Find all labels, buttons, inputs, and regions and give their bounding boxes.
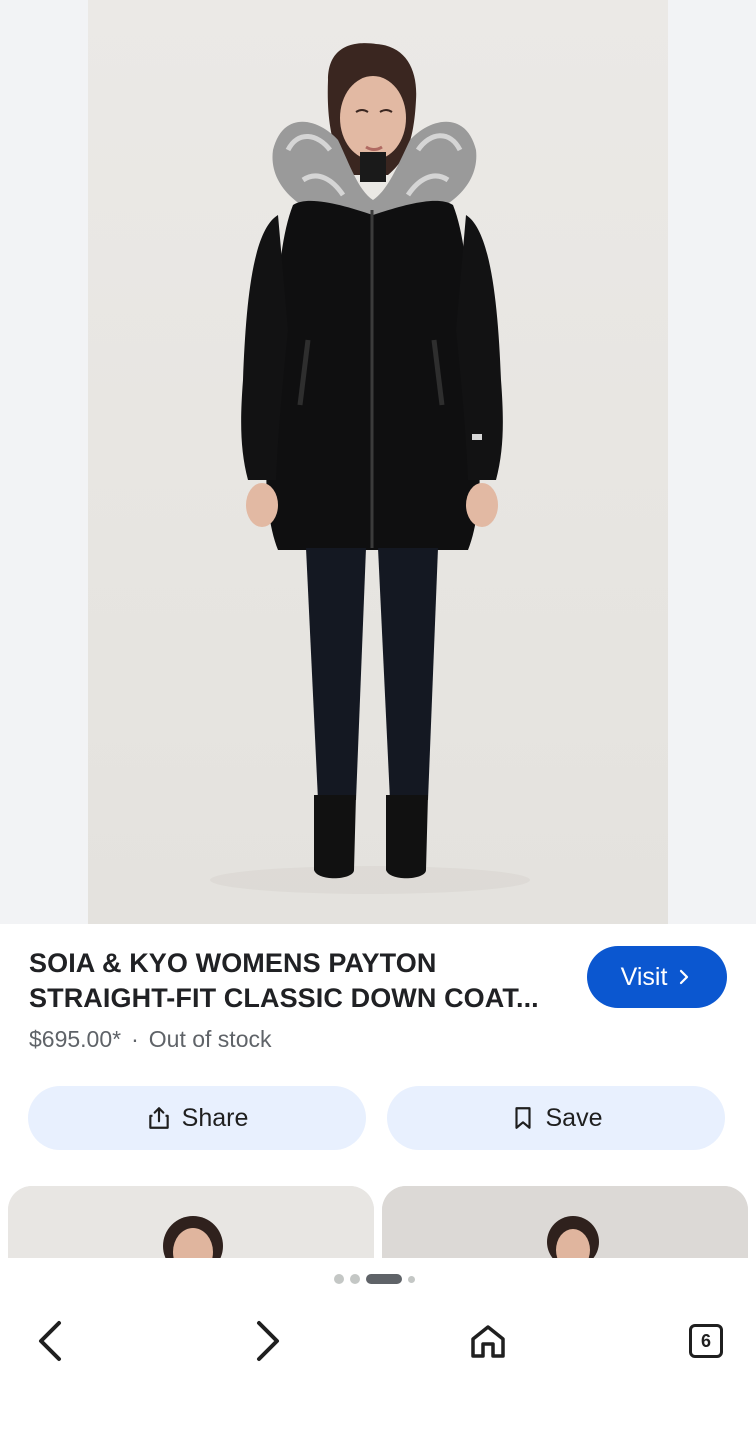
visit-label: Visit [620,962,668,991]
related-product-image [8,1186,374,1258]
related-products-strip [0,1186,756,1258]
page-dot [334,1274,344,1284]
back-button[interactable] [25,1316,75,1366]
bookmark-icon [514,1107,531,1129]
related-product-card[interactable] [382,1186,748,1258]
page-dot [408,1275,415,1283]
forward-arrow-icon [257,1321,279,1361]
stock-status: Out of stock [148,1026,272,1052]
price-line: $695.00* · Out of stock [29,1026,271,1053]
tab-count-label: 6 [700,1330,711,1351]
related-product-card[interactable] [8,1186,374,1258]
chevron-right-icon [680,969,689,985]
share-button[interactable]: Share [28,1086,366,1150]
tabs-button[interactable]: 6 [681,1316,731,1366]
home-button[interactable] [463,1316,513,1366]
product-title[interactable]: SOIA & KYO WOMENS PAYTON STRAIGHT-FIT CL… [29,946,569,1016]
visit-button[interactable]: Visit [587,946,727,1008]
browser-bottom-bar: 6 [0,1258,756,1440]
save-label: Save [545,1103,603,1132]
page-dot [350,1274,360,1284]
related-product-image [382,1186,748,1258]
page-indicator [334,1274,415,1284]
product-image-area [0,0,756,924]
tabs-icon: 6 [689,1324,723,1358]
page-dot-active [366,1274,402,1284]
separator-dot: · [131,1026,139,1052]
forward-button[interactable] [243,1316,293,1366]
share-label: Share [181,1103,249,1132]
model-in-coat-illustration [210,43,530,894]
share-icon [148,1107,169,1129]
back-arrow-icon [39,1321,61,1361]
save-button[interactable]: Save [387,1086,725,1150]
product-info-panel: SOIA & KYO WOMENS PAYTON STRAIGHT-FIT CL… [0,924,756,1186]
product-photo[interactable] [88,0,668,924]
price: $695.00* [29,1026,122,1052]
home-icon [471,1325,505,1358]
